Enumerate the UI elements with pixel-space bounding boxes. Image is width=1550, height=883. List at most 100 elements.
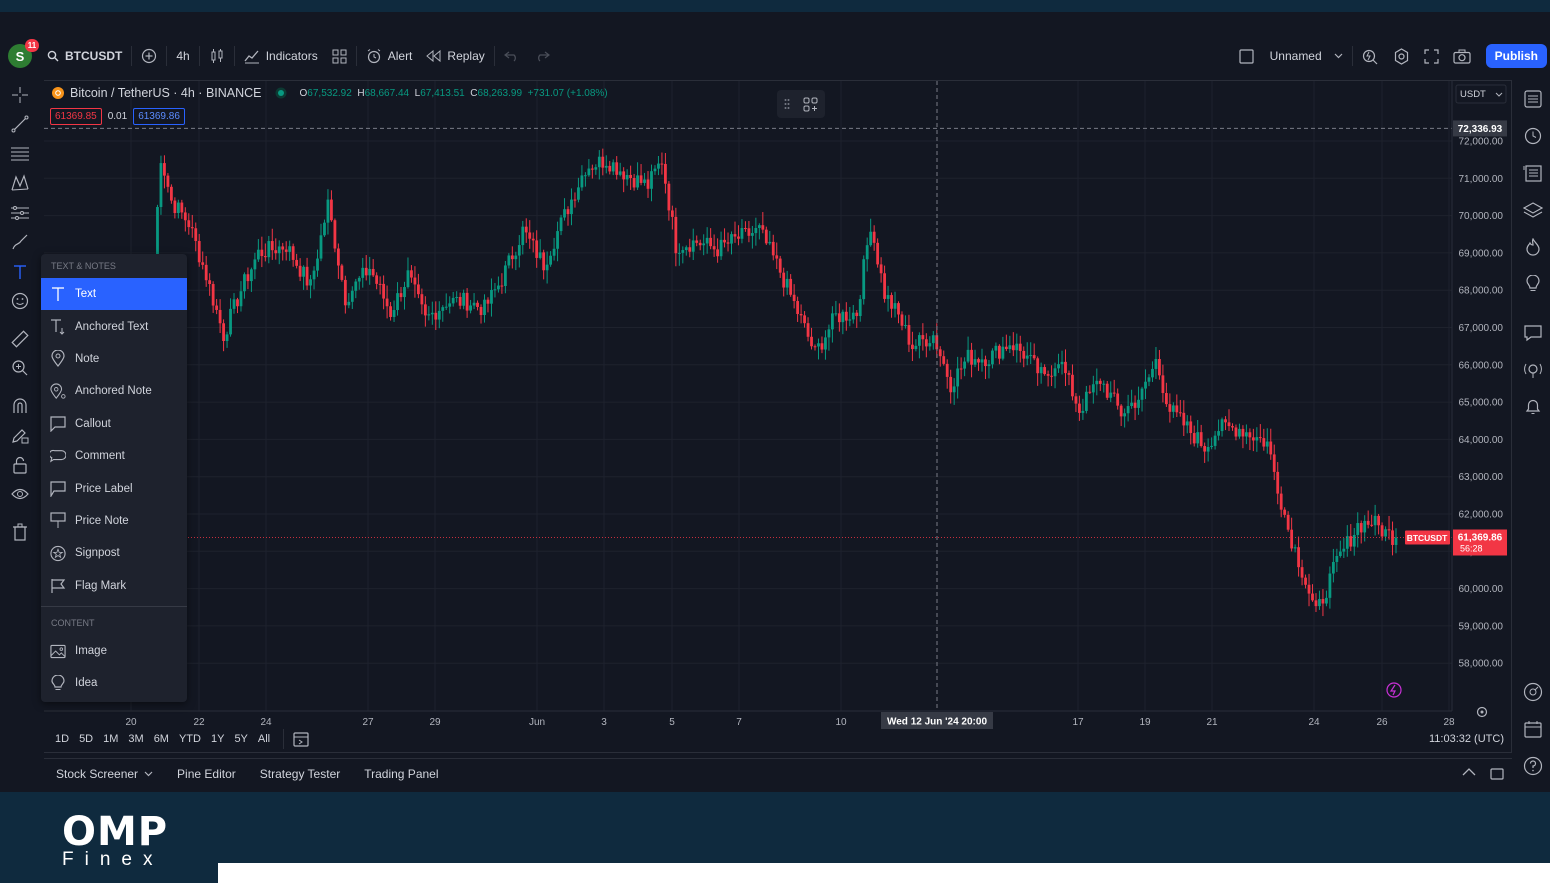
tab-stock-screener[interactable]: Stock Screener <box>44 767 165 781</box>
layout-button[interactable]: Unnamed <box>1232 40 1350 72</box>
indicators-button[interactable]: Indicators <box>237 40 325 72</box>
data-window-button[interactable] <box>1516 154 1550 191</box>
range-6m[interactable]: 6M <box>149 733 174 745</box>
chats-button[interactable] <box>1516 314 1550 351</box>
maximize-panel-icon[interactable] <box>1490 767 1504 781</box>
forecast-icon <box>11 205 29 220</box>
zoom-tool[interactable] <box>0 354 40 384</box>
layers-button[interactable] <box>1516 191 1550 228</box>
menu-item-idea[interactable]: Idea <box>41 667 187 699</box>
stay-drawing-tool[interactable] <box>0 421 40 451</box>
alert-button[interactable]: Alert <box>359 40 420 72</box>
candle-body <box>183 212 187 221</box>
menu-item-price-note[interactable]: Price Note <box>41 505 187 537</box>
buy-sell-panel: 61369.85 0.01 61369.86 <box>50 108 185 125</box>
menu-item-anchored-note[interactable]: Anchored Note <box>41 375 187 407</box>
candle-body <box>952 386 956 393</box>
floating-object-toolbar[interactable] <box>777 90 825 118</box>
range-5d[interactable]: 5D <box>74 733 98 745</box>
candle-body <box>806 323 810 337</box>
undo-button[interactable] <box>497 40 527 72</box>
anchored-pin-icon <box>50 383 66 399</box>
menu-item-flag-mark[interactable]: Flag Mark <box>41 570 187 602</box>
lock-tool[interactable] <box>0 450 40 480</box>
menu-item-note[interactable]: Note <box>41 343 187 375</box>
quick-search-button[interactable] <box>1355 40 1386 72</box>
icons-tool[interactable] <box>0 287 40 317</box>
price-tick-label: 71,000.00 <box>1459 174 1504 185</box>
utc-clock[interactable]: 11:03:32 (UTC) <box>1429 733 1504 745</box>
hide-tool[interactable] <box>0 480 40 510</box>
settings-button[interactable] <box>1386 40 1417 72</box>
range-3m[interactable]: 3M <box>123 733 148 745</box>
range-5y[interactable]: 5Y <box>229 733 252 745</box>
symbol-search[interactable]: BTCUSDT <box>40 40 129 72</box>
goto-date-icon[interactable] <box>292 731 310 747</box>
forecast-tool[interactable] <box>0 198 40 228</box>
menu-item-anchored-text[interactable]: Anchored Text <box>41 310 187 342</box>
candle-body <box>163 163 166 176</box>
range-ytd[interactable]: YTD <box>174 733 206 745</box>
magnet-tool[interactable] <box>0 391 40 421</box>
flag-icon <box>51 578 66 593</box>
menu-item-signpost[interactable]: Signpost <box>41 537 187 569</box>
candle-body <box>378 283 382 285</box>
fib-tool[interactable] <box>0 139 40 169</box>
templates-button[interactable] <box>325 40 354 72</box>
candle-body <box>1001 346 1005 359</box>
range-all[interactable]: All <box>253 733 275 745</box>
candle-body <box>1265 441 1269 447</box>
tab-strategy-tester[interactable]: Strategy Tester <box>248 767 352 781</box>
chart-type-button[interactable] <box>202 40 232 72</box>
text-tool[interactable] <box>0 257 40 287</box>
compare-button[interactable] <box>134 40 164 72</box>
candle-body <box>636 175 639 188</box>
streams-button[interactable] <box>1516 351 1550 388</box>
watchlist-button[interactable] <box>1516 80 1550 117</box>
menu-item-text[interactable]: Text <box>41 278 187 311</box>
remove-tool[interactable] <box>0 517 40 547</box>
snapshot-button[interactable] <box>1446 40 1478 72</box>
interval-button[interactable]: 4h <box>169 40 196 72</box>
chevron-up-icon[interactable] <box>1462 767 1476 776</box>
candlestick-chart[interactable]: 72,000.00 71,000.00 70,000.00 69,000.00 68,0… <box>44 81 1512 753</box>
ideas-button[interactable] <box>1516 265 1550 302</box>
publish-button[interactable]: Publish <box>1485 44 1547 68</box>
menu-item-price-label[interactable]: Price Label <box>41 472 187 504</box>
sell-price-button[interactable]: 61369.85 <box>50 108 102 125</box>
help-button[interactable] <box>1516 747 1550 784</box>
buy-price-button[interactable]: 61369.86 <box>133 108 185 125</box>
candle-body <box>970 349 973 365</box>
chart-pane[interactable]: 72,000.00 71,000.00 70,000.00 69,000.00 68,0… <box>44 80 1512 753</box>
candle-body <box>625 174 629 180</box>
range-1d[interactable]: 1D <box>50 733 74 745</box>
range-1y[interactable]: 1Y <box>206 733 229 745</box>
pattern-tool[interactable] <box>0 169 40 199</box>
brush-tool[interactable] <box>0 228 40 258</box>
menu-item-callout[interactable]: Callout <box>41 408 187 440</box>
dom-button[interactable] <box>1516 673 1550 710</box>
alerts-panel-button[interactable] <box>1516 117 1550 154</box>
candle-body <box>1064 361 1067 374</box>
calendar-button[interactable] <box>1516 710 1550 747</box>
range-1m[interactable]: 1M <box>98 733 123 745</box>
fullscreen-button[interactable] <box>1417 40 1446 72</box>
trend-line-tool[interactable] <box>0 110 40 140</box>
menu-item-comment[interactable]: Comment <box>41 440 187 472</box>
measure-tool[interactable] <box>0 324 40 354</box>
user-avatar[interactable]: S 11 <box>8 39 39 68</box>
redo-button[interactable] <box>527 40 557 72</box>
candle-body <box>417 284 420 295</box>
replay-button[interactable]: Replay <box>419 40 491 72</box>
bitcoin-logo-icon <box>52 87 64 99</box>
menu-item-label: Callout <box>75 417 111 430</box>
hotlists-button[interactable] <box>1516 228 1550 265</box>
tab-trading-panel[interactable]: Trading Panel <box>352 767 450 781</box>
chart-title[interactable]: Bitcoin / TetherUS · 4h · BINANCE <box>70 86 262 100</box>
tab-pine-editor[interactable]: Pine Editor <box>165 767 248 781</box>
crosshair-tool[interactable] <box>0 80 40 110</box>
notifications-button[interactable] <box>1516 388 1550 425</box>
candle-body <box>1248 432 1252 438</box>
menu-item-image[interactable]: Image <box>41 635 187 667</box>
menu-divider <box>41 605 187 607</box>
